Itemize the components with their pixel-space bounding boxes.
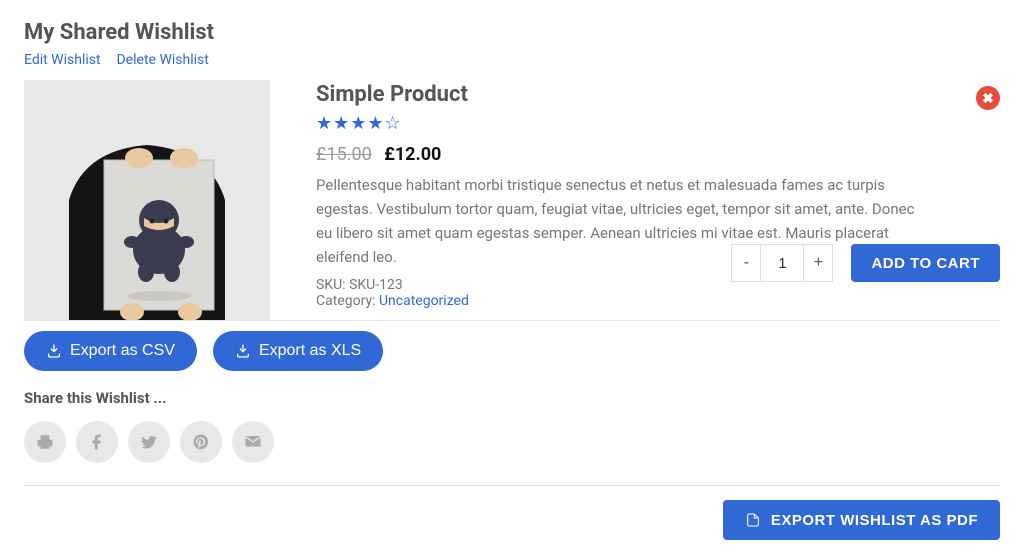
pdf-row: EXPORT WISHLIST AS PDF (24, 486, 1000, 540)
share-print-button[interactable] (24, 421, 66, 463)
email-icon (244, 433, 262, 451)
download-icon (235, 343, 251, 359)
share-pinterest-button[interactable] (180, 421, 222, 463)
edit-wishlist-link[interactable]: Edit Wishlist (24, 52, 101, 68)
facebook-icon (88, 433, 106, 451)
qty-input[interactable] (761, 244, 803, 282)
wishlist-actions: Edit Wishlist Delete Wishlist (24, 49, 1000, 68)
category-link[interactable]: Uncategorized (379, 293, 469, 309)
export-xls-button[interactable]: Export as XLS (213, 331, 383, 371)
export-xls-label: Export as XLS (259, 342, 361, 360)
pinterest-icon (192, 433, 210, 451)
share-twitter-button[interactable] (128, 421, 170, 463)
download-icon (46, 343, 62, 359)
document-icon (745, 511, 761, 529)
rating-stars: ★★★★☆ (316, 113, 1000, 134)
product-row: ✖ Simple Product ★★★★☆ £15.00 £12.00 Pel… (24, 80, 1000, 321)
product-title: Simple Product (316, 82, 1000, 107)
sku-label: SKU: (316, 277, 346, 293)
export-pdf-button[interactable]: EXPORT WISHLIST AS PDF (723, 500, 1000, 540)
category-label: Category: (316, 293, 375, 309)
quantity-stepper: - + (731, 244, 833, 282)
export-csv-button[interactable]: Export as CSV (24, 331, 197, 371)
add-to-cart-button[interactable]: ADD TO CART (851, 244, 1000, 282)
export-csv-label: Export as CSV (70, 342, 175, 360)
share-facebook-button[interactable] (76, 421, 118, 463)
page-title: My Shared Wishlist (24, 20, 1000, 45)
print-icon (36, 433, 54, 451)
export-row: Export as CSV Export as XLS (24, 331, 1000, 371)
close-icon: ✖ (982, 90, 994, 107)
twitter-icon (140, 433, 158, 451)
old-price: £15.00 (316, 144, 372, 165)
product-info: ✖ Simple Product ★★★★☆ £15.00 £12.00 Pel… (316, 80, 1000, 320)
add-to-cart-controls: - + ADD TO CART (731, 244, 1000, 282)
remove-item-button[interactable]: ✖ (976, 86, 1000, 110)
qty-decrease-button[interactable]: - (731, 244, 761, 282)
share-email-button[interactable] (232, 421, 274, 463)
export-pdf-label: EXPORT WISHLIST AS PDF (771, 512, 978, 529)
sku-value: SKU-123 (349, 277, 403, 293)
share-row (24, 421, 1000, 486)
delete-wishlist-link[interactable]: Delete Wishlist (117, 52, 209, 68)
share-heading: Share this Wishlist ... (24, 389, 1000, 407)
sale-price: £12.00 (384, 144, 441, 165)
qty-increase-button[interactable]: + (803, 244, 833, 282)
product-image[interactable] (24, 80, 270, 320)
product-thumbnail-illustration (24, 80, 270, 320)
price-row: £15.00 £12.00 (316, 144, 1000, 165)
